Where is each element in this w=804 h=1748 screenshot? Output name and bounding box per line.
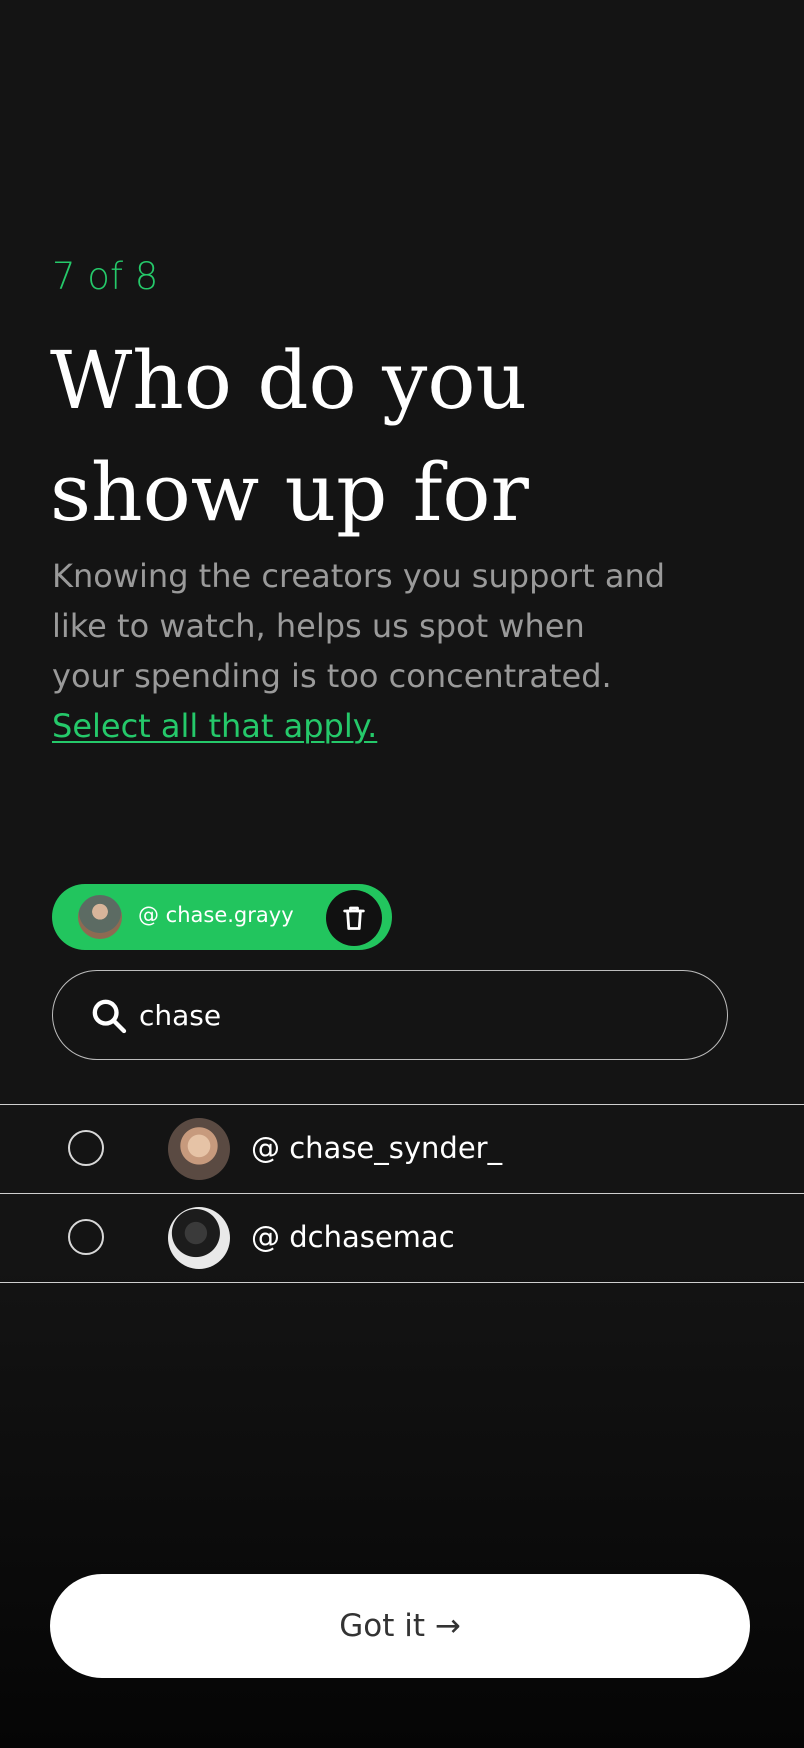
selected-creator-chip: @ chase.grayy bbox=[52, 884, 392, 950]
got-it-button[interactable]: Got it → bbox=[50, 1574, 750, 1678]
result-radio[interactable] bbox=[68, 1219, 104, 1255]
trash-icon bbox=[343, 906, 365, 930]
page-title-line-1: Who do you bbox=[50, 334, 528, 427]
page-title: Who do you show up for bbox=[50, 325, 750, 549]
search-results-list: @ chase_synder_ @ dchasemac bbox=[0, 1104, 804, 1283]
result-avatar bbox=[168, 1207, 230, 1269]
result-handle: @ chase_synder_ bbox=[251, 1131, 503, 1165]
creator-search-field[interactable] bbox=[52, 970, 728, 1060]
page-description: Knowing the creators you support and lik… bbox=[52, 551, 692, 751]
result-avatar bbox=[168, 1118, 230, 1180]
search-icon bbox=[92, 999, 127, 1034]
selected-creator-handle: @ chase.grayy bbox=[138, 903, 294, 927]
search-input[interactable] bbox=[139, 989, 679, 1041]
search-result-row[interactable]: @ chase_synder_ bbox=[0, 1104, 804, 1193]
description-line-2: like to watch, helps us spot when bbox=[52, 607, 585, 645]
result-handle: @ dchasemac bbox=[251, 1220, 455, 1254]
step-counter: 7 of 8 bbox=[52, 255, 159, 298]
description-line-1: Knowing the creators you support and bbox=[52, 557, 666, 595]
result-radio[interactable] bbox=[68, 1130, 104, 1166]
selected-creator-avatar bbox=[78, 895, 122, 939]
page-title-line-2: show up for bbox=[50, 446, 529, 539]
remove-creator-button[interactable] bbox=[326, 890, 382, 946]
search-result-row[interactable]: @ dchasemac bbox=[0, 1193, 804, 1283]
description-line-3: your spending is too concentrated. bbox=[52, 657, 612, 695]
select-all-link[interactable]: Select all that apply. bbox=[52, 701, 692, 751]
